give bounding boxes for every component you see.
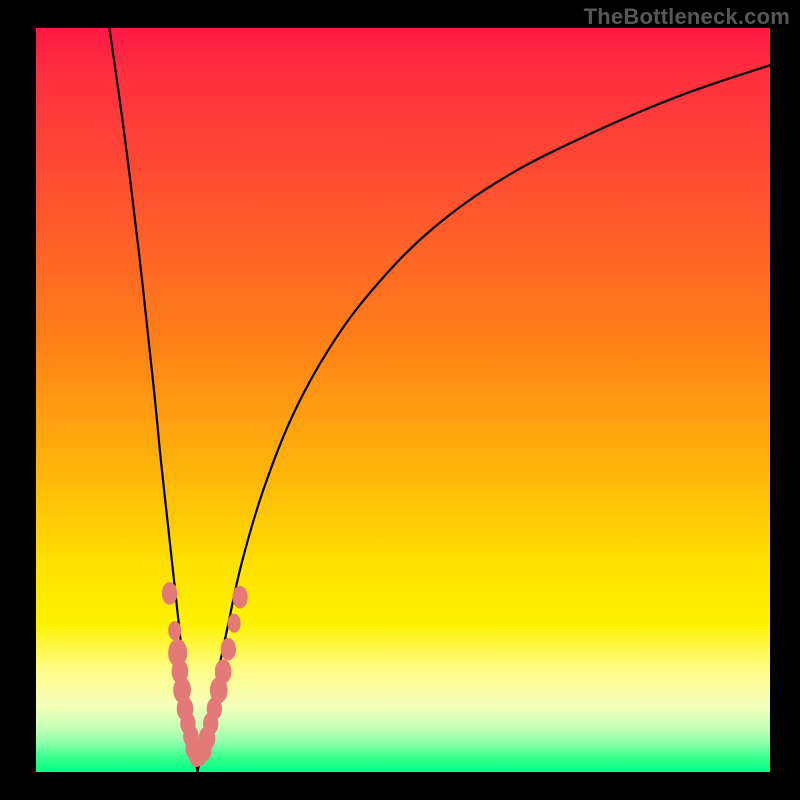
curve-layer [36,28,770,772]
markers-group [162,583,247,767]
marker-point [228,614,240,632]
marker-point [169,622,181,640]
curves-group [109,28,770,772]
plot-area [36,28,770,772]
watermark-text: TheBottleneck.com [584,4,790,30]
marker-point [162,583,176,605]
marker-point [215,660,231,683]
curve-right-branch [197,65,770,772]
marker-point [233,586,247,608]
marker-point [221,638,235,660]
chart-frame: TheBottleneck.com [0,0,800,800]
